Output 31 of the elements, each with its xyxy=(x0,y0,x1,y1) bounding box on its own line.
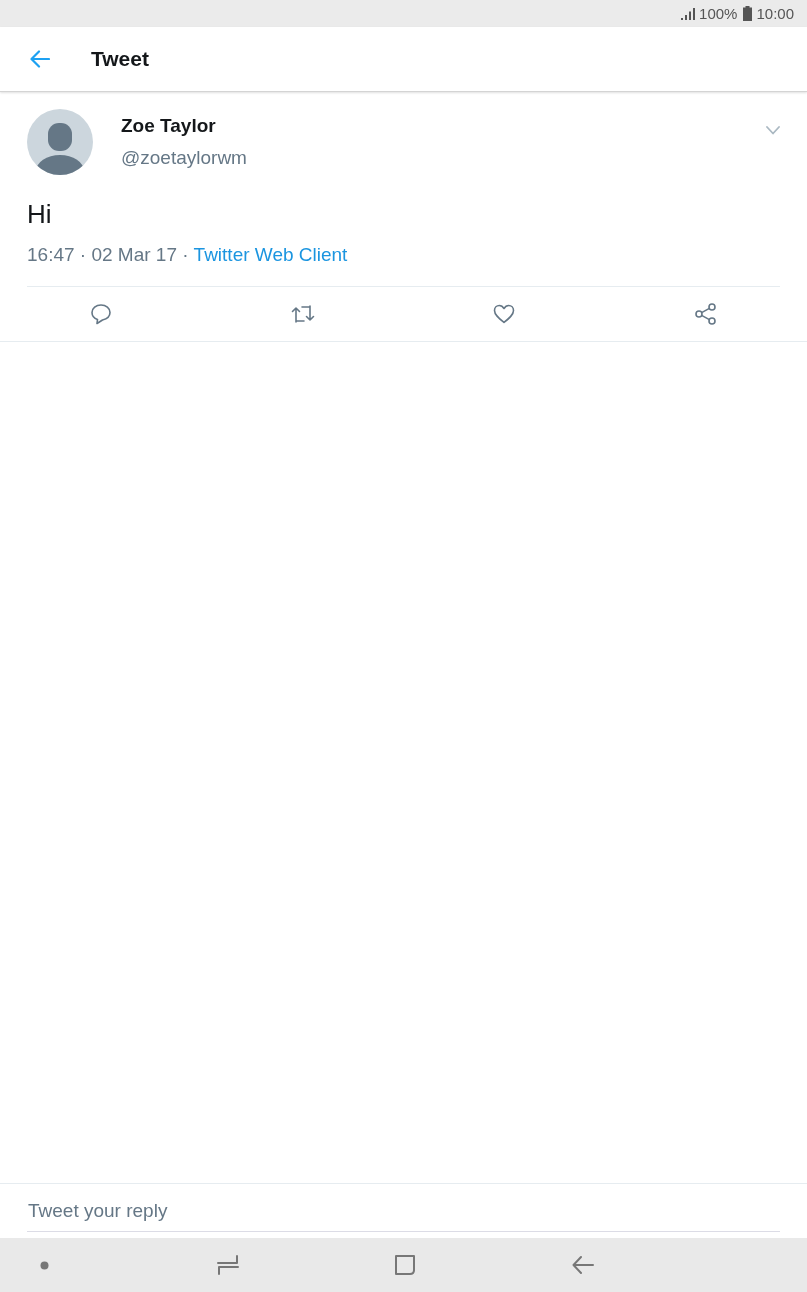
back-arrow-icon xyxy=(572,1255,594,1275)
like-button[interactable] xyxy=(492,302,517,326)
chevron-down-icon[interactable] xyxy=(766,126,780,135)
tweet-timestamp: 16:47 · 02 Mar 17 · xyxy=(27,244,189,265)
page-title: Tweet xyxy=(91,47,149,71)
home-button[interactable] xyxy=(395,1255,415,1275)
share-button[interactable] xyxy=(694,302,719,326)
retweet-button[interactable] xyxy=(290,302,315,326)
back-button[interactable] xyxy=(29,48,51,70)
back-arrow-icon xyxy=(30,50,50,68)
reply-field[interactable]: Tweet your reply xyxy=(27,1194,780,1232)
dot-button[interactable] xyxy=(40,1260,49,1270)
avatar-silhouette-icon[interactable] xyxy=(27,109,93,175)
author-name[interactable]: Zoe Taylor xyxy=(121,110,247,142)
source-link[interactable]: Twitter Web Client xyxy=(193,244,348,265)
author-handle[interactable]: @zoetaylorwm xyxy=(121,142,247,174)
speech-bubble-icon xyxy=(89,303,112,325)
battery-percentage: 100% xyxy=(699,4,738,24)
reply-button[interactable] xyxy=(88,302,113,326)
signal-icon xyxy=(681,7,696,20)
clock-time: 10:00 xyxy=(756,4,794,24)
rounded-square-icon xyxy=(395,1255,415,1275)
retweet-icon xyxy=(290,304,315,324)
recent-apps-icon xyxy=(217,1255,239,1275)
tweet-text: Hi xyxy=(27,198,53,231)
battery-icon xyxy=(743,6,753,21)
system-back-button[interactable] xyxy=(572,1255,594,1275)
recent-apps-button[interactable] xyxy=(217,1255,239,1275)
dot-icon xyxy=(40,1260,49,1270)
share-icon xyxy=(695,303,718,325)
heart-icon xyxy=(493,304,516,324)
